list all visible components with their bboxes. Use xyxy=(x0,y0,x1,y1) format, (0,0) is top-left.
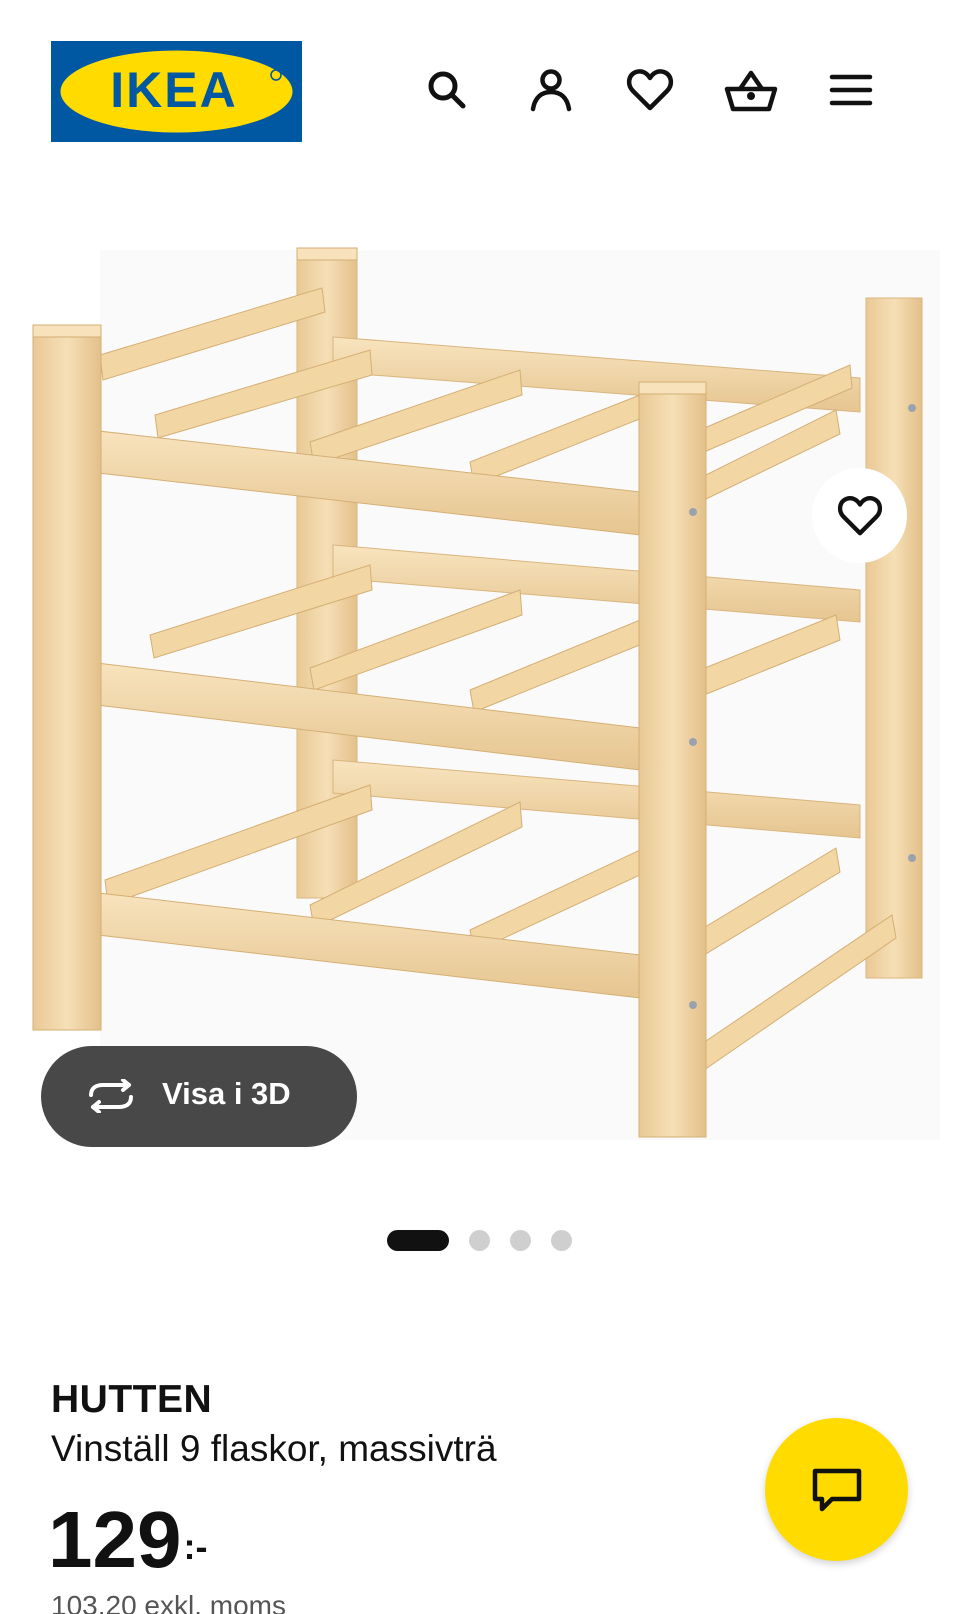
view-in-3d-label: Visa i 3D xyxy=(162,1076,291,1111)
product-description: Vinställ 9 flaskor, massivträ xyxy=(51,1428,497,1469)
view-in-3d-button[interactable]: Visa i 3D xyxy=(41,1046,357,1147)
price-amount: 129 xyxy=(48,1495,182,1584)
chat-button[interactable] xyxy=(765,1418,908,1561)
product-price: 129 :- xyxy=(48,1494,207,1586)
chat-icon xyxy=(812,1468,861,1511)
pagination-dot-1[interactable] xyxy=(387,1229,449,1251)
account-icon[interactable] xyxy=(523,62,579,118)
gallery-pagination xyxy=(387,1229,572,1251)
pagination-dot-2[interactable] xyxy=(469,1229,490,1251)
add-to-favourites-button[interactable] xyxy=(812,468,907,563)
basket-icon[interactable] xyxy=(723,62,779,118)
price-excl-vat: 103,20 exkl. moms xyxy=(51,1590,286,1614)
rotate-3d-icon xyxy=(89,1079,133,1113)
ikea-logo[interactable]: IKEA xyxy=(51,41,302,142)
pagination-dot-4[interactable] xyxy=(551,1229,572,1251)
logo-text: IKEA xyxy=(110,62,237,118)
product-brand: HUTTEN xyxy=(51,1378,213,1421)
product-page: IKEA Visa i 3D HUTTEN Vinställ 9 flaskor… xyxy=(0,0,960,1614)
heart-icon[interactable] xyxy=(622,62,678,118)
search-icon[interactable] xyxy=(419,62,475,118)
header: IKEA xyxy=(0,0,960,170)
pagination-dot-3[interactable] xyxy=(510,1229,531,1251)
heart-icon xyxy=(837,495,882,535)
price-suffix: :- xyxy=(183,1526,208,1567)
menu-icon[interactable] xyxy=(823,62,879,118)
